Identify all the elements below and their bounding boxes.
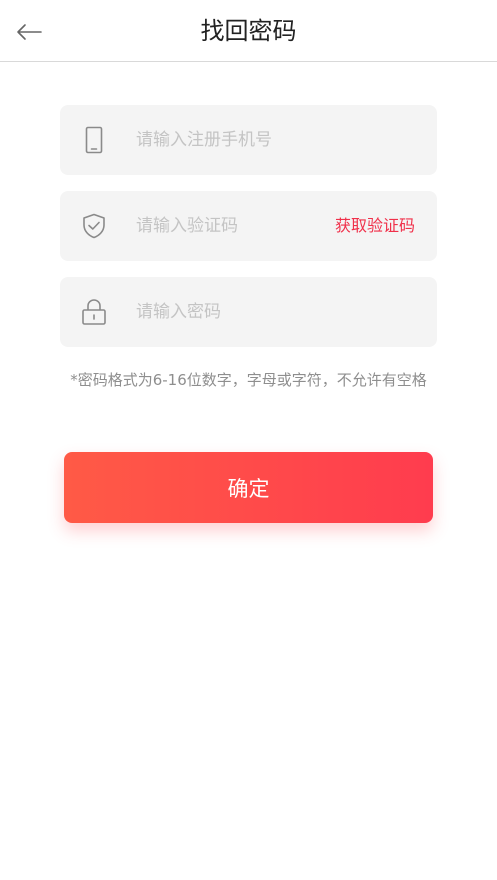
lock-icon: [80, 298, 108, 326]
password-format-hint: *密码格式为6-16位数字，字母或字符，不允许有空格: [70, 371, 427, 389]
password-field[interactable]: [60, 277, 437, 347]
page-title: 找回密码: [200, 17, 297, 45]
get-code-button[interactable]: 获取验证码: [335, 191, 415, 261]
confirm-button[interactable]: 确定: [64, 452, 433, 523]
code-field[interactable]: 获取验证码: [60, 191, 437, 261]
phone-field[interactable]: [60, 105, 437, 175]
app-header: 找回密码: [0, 0, 497, 62]
code-input[interactable]: [136, 191, 336, 261]
phone-icon: [80, 126, 108, 154]
password-input[interactable]: [136, 277, 336, 347]
shield-check-icon: [80, 212, 108, 240]
phone-input[interactable]: [136, 105, 336, 175]
